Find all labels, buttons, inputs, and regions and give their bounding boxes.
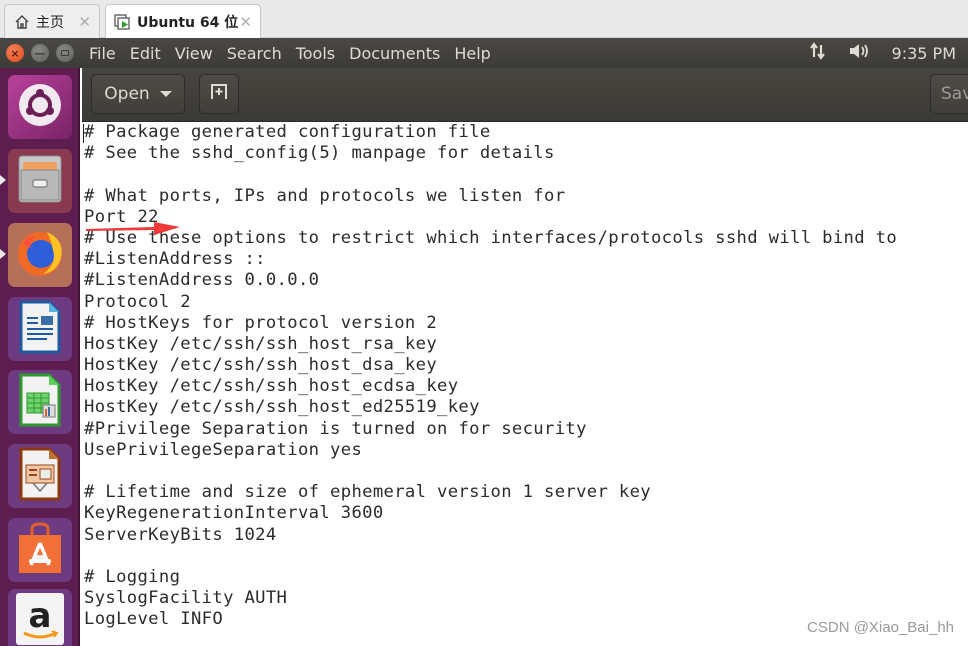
editor-content[interactable]: # Package generated configuration file # … — [84, 122, 897, 631]
clock[interactable]: 9:35 PM — [892, 44, 956, 63]
code-line[interactable]: KeyRegenerationInterval 3600 — [84, 503, 897, 524]
host-tab-label: 主页 — [36, 14, 64, 31]
home-icon — [13, 13, 31, 31]
host-tab-label: Ubuntu 64 位 — [137, 15, 239, 31]
launcher-software[interactable] — [8, 518, 72, 582]
host-tab-bar: 主页 ✕ Ubuntu 64 位 ✕ — [0, 0, 968, 39]
vm-icon — [114, 13, 132, 31]
text-editor[interactable]: # Package generated configuration file # … — [82, 122, 968, 646]
calc-icon — [17, 373, 63, 431]
watermark: CSDN @Xiao_Bai_hh — [807, 619, 954, 636]
code-line[interactable]: # Package generated configuration file — [84, 122, 897, 143]
code-line[interactable]: UsePrivilegeSeparation yes — [84, 440, 897, 461]
code-line[interactable]: Port 22 — [84, 207, 897, 228]
code-line[interactable]: # Logging — [84, 567, 897, 588]
minimize-icon: — — [34, 46, 46, 60]
maximize-icon — [61, 50, 69, 56]
code-line[interactable]: HostKey /etc/ssh/ssh_host_dsa_key — [84, 355, 897, 376]
annotation-arrow-icon — [86, 222, 180, 235]
close-tab-icon[interactable]: ✕ — [239, 13, 252, 31]
top-panel: × — File Edit View Search Tools Document… — [0, 38, 968, 68]
launcher-calc[interactable] — [8, 370, 72, 434]
menu-view[interactable]: View — [168, 44, 220, 63]
firefox-icon — [13, 226, 67, 284]
software-center-icon — [15, 521, 65, 579]
launcher-dash-home[interactable] — [8, 75, 72, 139]
code-line[interactable]: # What ports, IPs and protocols we liste… — [84, 186, 897, 207]
save-label: Sav — [941, 84, 968, 104]
window-maximize-button[interactable] — [56, 44, 74, 62]
menu-edit[interactable]: Edit — [123, 44, 168, 63]
open-button[interactable]: Open — [91, 74, 185, 114]
code-line[interactable]: SyslogFacility AUTH — [84, 588, 897, 609]
launcher-impress[interactable] — [8, 444, 72, 508]
code-line[interactable]: #ListenAddress :: — [84, 249, 897, 270]
running-indicator — [0, 249, 6, 259]
impress-icon — [17, 447, 63, 505]
launcher-writer[interactable] — [8, 297, 72, 361]
code-line[interactable] — [84, 164, 897, 185]
menu-documents[interactable]: Documents — [342, 44, 447, 63]
launcher-files[interactable] — [8, 149, 72, 213]
code-line[interactable]: HostKey /etc/ssh/ssh_host_ed25519_key — [84, 397, 897, 418]
code-line[interactable]: # HostKeys for protocol version 2 — [84, 313, 897, 334]
open-label: Open — [104, 84, 150, 104]
save-button[interactable]: Sav — [930, 74, 968, 114]
menu-help[interactable]: Help — [447, 44, 497, 63]
close-tab-icon[interactable]: ✕ — [78, 13, 91, 31]
host-tab-home[interactable]: 主页 ✕ — [4, 4, 100, 38]
code-line[interactable]: LogLevel INFO — [84, 609, 897, 630]
menu-bar: File Edit View Search Tools Documents He… — [82, 38, 498, 68]
editor-toolbar: Open Sav — [82, 68, 968, 122]
svg-text:a: a — [29, 596, 52, 636]
code-line[interactable]: #ListenAddress 0.0.0.0 — [84, 270, 897, 291]
launcher-firefox[interactable] — [8, 223, 72, 287]
window-close-button[interactable]: × — [6, 44, 24, 62]
close-icon: × — [10, 46, 20, 60]
ubuntu-logo-icon — [17, 82, 63, 132]
window-minimize-button[interactable]: — — [31, 44, 49, 62]
menu-search[interactable]: Search — [220, 44, 289, 63]
code-line[interactable]: # Lifetime and size of ephemeral version… — [84, 482, 897, 503]
launcher: a — [0, 68, 80, 646]
code-line[interactable]: ServerKeyBits 1024 — [84, 525, 897, 546]
code-line[interactable]: # See the sshd_config(5) manpage for det… — [84, 143, 897, 164]
code-line[interactable]: #Privilege Separation is turned on for s… — [84, 419, 897, 440]
indicator-area: 9:35 PM — [808, 38, 956, 68]
volume-icon[interactable] — [848, 41, 872, 65]
chevron-down-icon — [159, 91, 172, 97]
network-icon[interactable] — [808, 41, 828, 65]
menu-tools[interactable]: Tools — [289, 44, 342, 63]
writer-icon — [17, 300, 63, 358]
code-line[interactable]: HostKey /etc/ssh/ssh_host_ecdsa_key — [84, 376, 897, 397]
menu-file[interactable]: File — [82, 44, 123, 63]
code-line[interactable] — [84, 461, 897, 482]
file-cabinet-icon — [15, 152, 65, 210]
code-line[interactable]: # Use these options to restrict which in… — [84, 228, 897, 249]
launcher-amazon[interactable]: a — [8, 589, 72, 646]
running-indicator — [0, 175, 6, 185]
new-document-icon — [209, 82, 229, 107]
code-line[interactable]: HostKey /etc/ssh/ssh_host_rsa_key — [84, 334, 897, 355]
new-document-button[interactable] — [199, 74, 239, 114]
amazon-icon: a — [14, 591, 66, 646]
host-tab-ubuntu[interactable]: Ubuntu 64 位 ✕ — [105, 4, 261, 39]
code-line[interactable] — [84, 546, 897, 567]
code-line[interactable]: Protocol 2 — [84, 292, 897, 313]
